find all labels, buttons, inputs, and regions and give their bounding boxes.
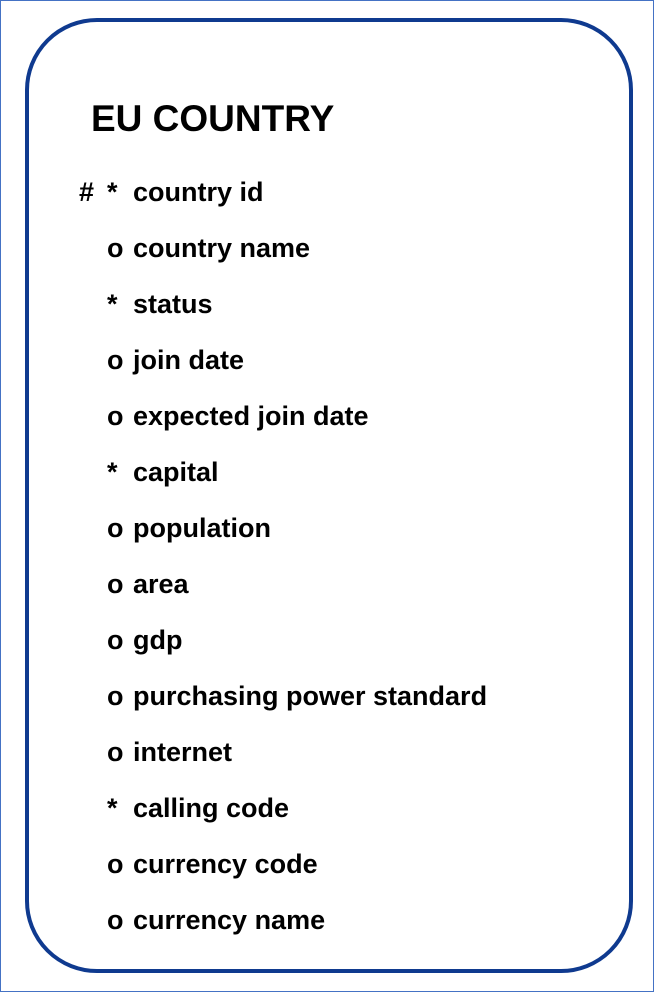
attribute-name: country name [133, 233, 311, 263]
attribute-gdp: o gdp [79, 620, 487, 676]
attribute-name: join date [133, 345, 245, 375]
attribute-name: calling code [133, 793, 290, 823]
optional-marker: o [107, 233, 124, 263]
attribute-name: internet [133, 737, 233, 767]
attribute-country-name: o country name [79, 228, 487, 284]
attribute-currency-code: o currency code [79, 844, 487, 900]
attribute-name: currency name [133, 905, 326, 935]
diagram-frame: EU COUNTRY # * country id o country name * s… [0, 0, 654, 992]
attribute-name: expected join date [133, 401, 369, 431]
attribute-name: country id [133, 177, 264, 207]
attribute-capital: * capital [79, 452, 487, 508]
attribute-currency-name: o currency name [79, 900, 487, 956]
optional-marker: o [107, 681, 124, 711]
optional-marker: o [107, 345, 124, 375]
mandatory-marker: * [107, 177, 118, 207]
attribute-list: # * country id o country name * status o join… [79, 172, 487, 956]
entity-title: EU COUNTRY [91, 98, 335, 139]
attribute-internet: o internet [79, 732, 487, 788]
optional-marker: o [107, 849, 124, 879]
optional-marker: o [107, 569, 124, 599]
attribute-calling-code: * calling code [79, 788, 487, 844]
attribute-purchasing-power-standard: o purchasing power standard [79, 676, 487, 732]
attribute-status: * status [79, 284, 487, 340]
optional-marker: o [107, 905, 124, 935]
attribute-name: population [133, 513, 271, 543]
attribute-expected-join-date: o expected join date [79, 396, 487, 452]
attribute-name: capital [133, 457, 219, 487]
mandatory-marker: * [107, 457, 118, 487]
attribute-name: area [133, 569, 189, 599]
unique-identifier-marker: # [79, 177, 95, 207]
mandatory-marker: * [107, 793, 118, 823]
attribute-name: status [133, 289, 213, 319]
attribute-population: o population [79, 508, 487, 564]
optional-marker: o [107, 737, 124, 767]
mandatory-marker: * [107, 289, 118, 319]
attribute-country-id: # * country id [79, 172, 487, 228]
optional-marker: o [107, 513, 124, 543]
entity-box-eu-country: EU COUNTRY # * country id o country name * s… [25, 18, 633, 973]
attribute-name: gdp [133, 625, 183, 655]
attribute-name: currency code [133, 849, 318, 879]
attribute-name: purchasing power standard [133, 681, 488, 711]
attribute-area: o area [79, 564, 487, 620]
attribute-join-date: o join date [79, 340, 487, 396]
optional-marker: o [107, 625, 124, 655]
optional-marker: o [107, 401, 124, 431]
